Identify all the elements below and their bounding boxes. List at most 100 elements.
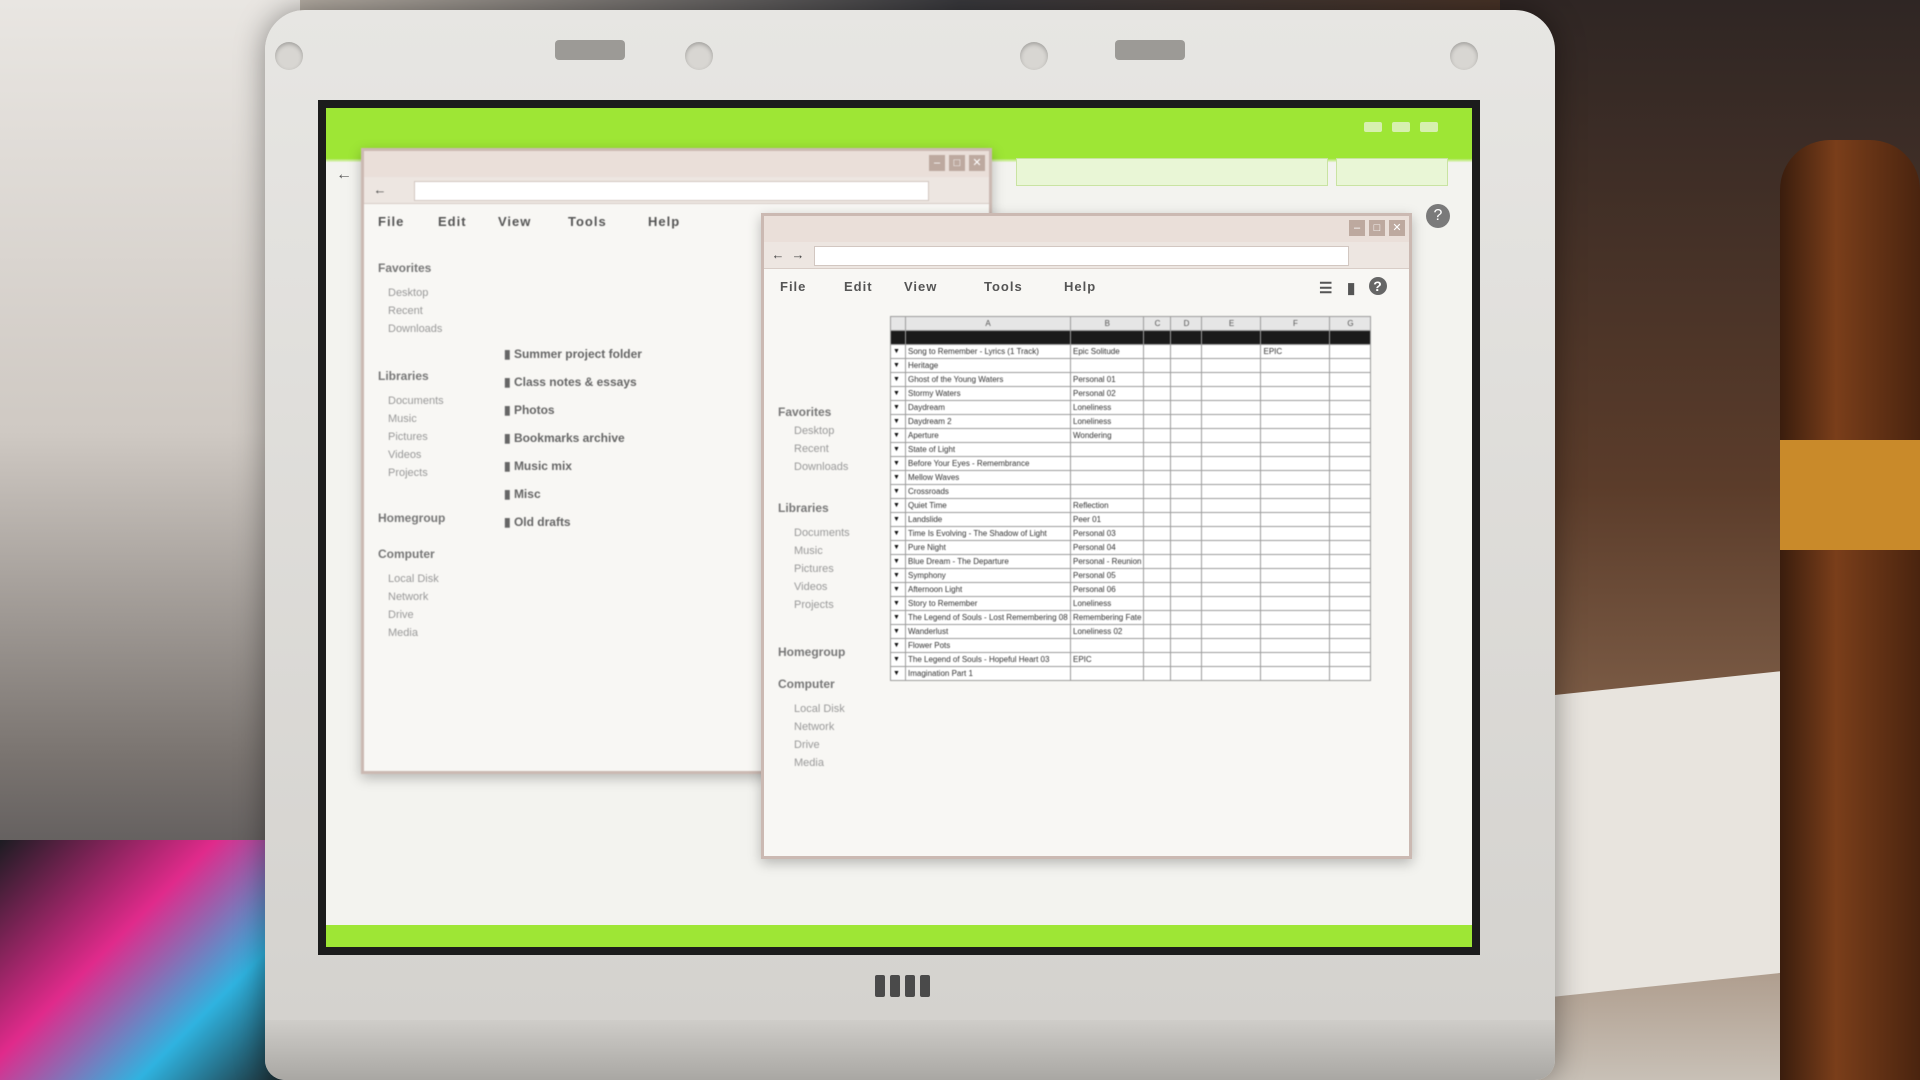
sidebar-item[interactable]: Media	[388, 627, 418, 639]
row-expand-arrow-icon[interactable]: ▼	[890, 512, 906, 527]
table-cell[interactable]: Ghost of the Young Waters	[905, 372, 1071, 387]
table-cell[interactable]	[1143, 456, 1172, 471]
file-item[interactable]: ▮ Photos	[504, 403, 555, 417]
row-expand-arrow-icon[interactable]: ▼	[890, 526, 906, 541]
table-row[interactable]: ▼ The Legend of Souls - Hopeful Heart 03 E…	[890, 652, 1372, 667]
table-row[interactable]: ▼ Pure Night Personal 04	[890, 540, 1372, 555]
table-cell[interactable]	[1143, 414, 1172, 429]
table-cell[interactable]	[1329, 498, 1372, 513]
table-cell[interactable]: Landslide	[905, 512, 1071, 527]
table-cell[interactable]: Symphony	[905, 568, 1071, 583]
maximize-button[interactable]: □	[1369, 220, 1385, 236]
table-cell[interactable]	[1201, 456, 1262, 471]
table-row[interactable]: ▼ Flower Pots	[890, 638, 1372, 653]
table-cell[interactable]	[1329, 400, 1372, 415]
sidebar-item[interactable]: Pictures	[794, 563, 834, 575]
table-cell[interactable]	[1201, 358, 1262, 373]
table-cell[interactable]: Story to Remember	[905, 596, 1071, 611]
table-cell[interactable]	[1260, 400, 1331, 415]
sidebar-item[interactable]: Desktop	[794, 425, 834, 437]
file-item[interactable]: ▮ Misc	[504, 487, 541, 501]
table-cell[interactable]	[1260, 456, 1331, 471]
table-cell[interactable]: Loneliness	[1069, 400, 1145, 415]
table-cell[interactable]	[1260, 372, 1331, 387]
row-expand-arrow-icon[interactable]: ▼	[890, 652, 906, 667]
table-row[interactable]: ▼ Daydream 2 Loneliness	[890, 414, 1372, 429]
table-cell[interactable]	[1170, 610, 1203, 625]
sidebar-item[interactable]: Recent	[388, 305, 423, 317]
row-expand-arrow-icon[interactable]: ▼	[890, 582, 906, 597]
table-cell[interactable]	[1143, 638, 1172, 653]
table-cell[interactable]	[1260, 526, 1331, 541]
table-cell[interactable]	[1069, 442, 1145, 457]
filter-cell[interactable]	[1201, 330, 1262, 345]
sidebar-item[interactable]: Music	[388, 413, 417, 425]
menu-file[interactable]: File	[780, 279, 806, 294]
row-expand-arrow-icon[interactable]: ▼	[890, 344, 906, 359]
menu-help[interactable]: Help	[648, 214, 680, 229]
table-cell[interactable]	[1069, 638, 1145, 653]
table-row[interactable]: ▼ Heritage	[890, 358, 1372, 373]
row-expand-arrow-icon[interactable]: ▼	[890, 610, 906, 625]
row-expand-arrow-icon[interactable]: ▼	[890, 442, 906, 457]
table-cell[interactable]	[1170, 428, 1203, 443]
filter-cell[interactable]	[1329, 330, 1372, 345]
file-item[interactable]: ▮ Summer project folder	[504, 347, 642, 361]
table-row[interactable]: ▼ Story to Remember Loneliness	[890, 596, 1372, 611]
table-cell[interactable]: Personal - Reunion	[1069, 554, 1145, 569]
table-cell[interactable]: Flower Pots	[905, 638, 1071, 653]
table-cell[interactable]: Daydream 2	[905, 414, 1071, 429]
sidebar-item[interactable]: Local Disk	[388, 573, 439, 585]
table-cell[interactable]: Personal 04	[1069, 540, 1145, 555]
table-cell[interactable]	[1201, 666, 1262, 681]
sidebar-group-libraries[interactable]: Libraries	[778, 501, 829, 515]
table-cell[interactable]	[1260, 358, 1331, 373]
table-cell[interactable]: Mellow Waves	[905, 470, 1071, 485]
table-cell[interactable]	[1143, 666, 1172, 681]
table-cell[interactable]	[1170, 526, 1203, 541]
table-cell[interactable]	[1201, 512, 1262, 527]
sidebar-item[interactable]: Network	[794, 721, 834, 733]
column-header[interactable]: D	[1170, 316, 1203, 331]
row-expand-arrow-icon[interactable]: ▼	[890, 540, 906, 555]
sidebar-item[interactable]: Downloads	[388, 323, 442, 335]
table-cell[interactable]	[1170, 568, 1203, 583]
table-cell[interactable]	[1143, 568, 1172, 583]
table-cell[interactable]	[1329, 596, 1372, 611]
row-expand-arrow-icon[interactable]: ▼	[890, 624, 906, 639]
table-row[interactable]: ▼ Ghost of the Young Waters Personal 01	[890, 372, 1372, 387]
table-cell[interactable]: Loneliness	[1069, 414, 1145, 429]
row-expand-arrow-icon[interactable]: ▼	[890, 414, 906, 429]
table-cell[interactable]	[1201, 638, 1262, 653]
table-row[interactable]: ▼ Wanderlust Loneliness 02	[890, 624, 1372, 639]
row-expand-arrow-icon[interactable]: ▼	[890, 456, 906, 471]
table-cell[interactable]	[1143, 596, 1172, 611]
sidebar-item[interactable]: Drive	[388, 609, 414, 621]
sidebar-group-homegroup[interactable]: Homegroup	[378, 511, 445, 525]
table-cell[interactable]	[1260, 498, 1331, 513]
table-cell[interactable]	[1260, 442, 1331, 457]
table-cell[interactable]	[1143, 372, 1172, 387]
table-cell[interactable]	[1201, 428, 1262, 443]
desktop-back-icon[interactable]: ←	[336, 166, 352, 184]
table-cell[interactable]: Time Is Evolving - The Shadow of Light	[905, 526, 1071, 541]
address-bar[interactable]	[814, 246, 1349, 266]
table-cell[interactable]	[1170, 456, 1203, 471]
desktop-search-field[interactable]	[1016, 158, 1328, 186]
sidebar-item[interactable]: Recent	[794, 443, 829, 455]
spreadsheet-grid[interactable]: A B C D E F G ▼ Song to Remember - Lyric…	[890, 316, 1372, 681]
sidebar-item[interactable]: Music	[794, 545, 823, 557]
table-cell[interactable]: Imagination Part 1	[905, 666, 1071, 681]
sidebar-item[interactable]: Projects	[388, 467, 428, 479]
table-cell[interactable]	[1260, 484, 1331, 499]
table-cell[interactable]: Epic Solitude	[1069, 344, 1145, 359]
table-cell[interactable]	[1143, 652, 1172, 667]
table-cell[interactable]: Wondering	[1069, 428, 1145, 443]
table-cell[interactable]	[1329, 554, 1372, 569]
sidebar-item[interactable]: Desktop	[388, 287, 428, 299]
table-cell[interactable]	[1201, 344, 1262, 359]
table-cell[interactable]	[1260, 414, 1331, 429]
table-cell[interactable]	[1170, 344, 1203, 359]
sidebar-group-computer[interactable]: Computer	[378, 547, 435, 561]
table-cell[interactable]	[1170, 652, 1203, 667]
